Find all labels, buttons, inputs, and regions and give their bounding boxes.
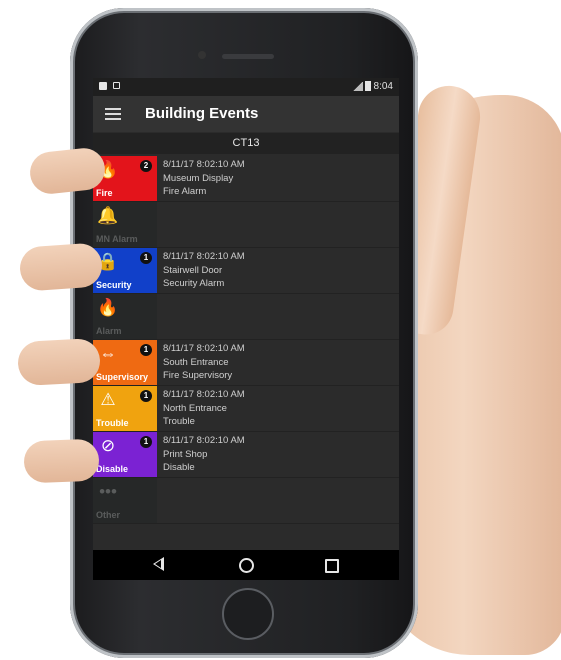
category-tile[interactable]: ⊘ 1 Disable xyxy=(93,432,157,477)
finger xyxy=(23,438,100,484)
count-badge: 2 xyxy=(140,160,152,172)
count-badge: 1 xyxy=(140,252,152,264)
event-location: Museum Display xyxy=(163,172,234,184)
recents-icon[interactable] xyxy=(325,559,339,573)
count-badge: 1 xyxy=(140,344,152,356)
count-badge: 1 xyxy=(140,436,152,448)
status-bar: 8:04 xyxy=(93,78,399,96)
event-row[interactable]: ⚠ 1 Trouble 8/11/17 8:02:10 AM North Entranc… xyxy=(93,386,399,432)
category-tile[interactable]: 🔥 Alarm xyxy=(93,294,157,339)
category-label: Disable xyxy=(96,464,129,474)
home-icon[interactable] xyxy=(239,558,254,573)
category-label: Fire xyxy=(96,188,113,198)
event-row[interactable]: 🔥 Alarm xyxy=(93,294,399,340)
event-type: Trouble xyxy=(163,416,195,427)
event-row[interactable]: ••• Other xyxy=(93,478,399,524)
event-details: 8/11/17 8:02:10 AM Stairwell Door Security… xyxy=(163,250,245,291)
category-tile[interactable]: ⚠ 1 Trouble xyxy=(93,386,157,431)
event-time: 8/11/17 8:02:10 AM xyxy=(163,435,245,446)
bell-icon: 🔔 xyxy=(97,206,119,225)
system-nav-bar xyxy=(93,550,399,580)
event-row[interactable]: 🔥 2 Fire 8/11/17 8:02:10 AM Museum Display Fi… xyxy=(93,156,399,202)
phone-screen: 8:04 Building Events CT13 🔥 2 Fire 8/11/17 … xyxy=(93,78,399,580)
event-type: Disable xyxy=(163,462,195,473)
warning-icon: ⚠ xyxy=(100,390,116,409)
event-location: Stairwell Door xyxy=(163,264,223,276)
category-tile[interactable]: ⇔ 1 Supervisory xyxy=(93,340,157,385)
category-tile[interactable]: 🔒 1 Security xyxy=(93,248,157,293)
event-time: 8/11/17 8:02:10 AM xyxy=(163,389,245,400)
event-row[interactable]: ⊘ 1 Disable 8/11/17 8:02:10 AM Print Shop Dis… xyxy=(93,432,399,478)
event-details: 8/11/17 8:02:10 AM Museum Display Fire Ala… xyxy=(163,158,245,199)
count-badge: 1 xyxy=(140,390,152,402)
finger xyxy=(16,337,102,387)
category-tile[interactable]: 🔔 MN Alarm xyxy=(93,202,157,247)
category-label: Alarm xyxy=(96,326,122,336)
event-type: Fire Alarm xyxy=(163,186,207,197)
event-type: Fire Supervisory xyxy=(163,370,233,381)
event-location: North Entrance xyxy=(163,402,227,414)
event-time: 8/11/17 8:02:10 AM xyxy=(163,343,245,354)
flame-icon: 🔥 xyxy=(97,298,119,317)
event-row[interactable]: ⇔ 1 Supervisory 8/11/17 8:02:10 AM South Ent… xyxy=(93,340,399,386)
event-list: 🔥 2 Fire 8/11/17 8:02:10 AM Museum Display Fi… xyxy=(93,156,399,524)
more-dots-icon: ••• xyxy=(99,482,117,501)
event-row[interactable]: 🔒 1 Security 8/11/17 8:02:10 AM Stairwell Do… xyxy=(93,248,399,294)
battery-icon xyxy=(365,81,371,91)
event-row[interactable]: 🔔 MN Alarm xyxy=(93,202,399,248)
notification-icon xyxy=(99,82,107,90)
section-header: CT13 xyxy=(93,133,399,154)
category-tile[interactable]: ••• Other xyxy=(93,478,157,523)
event-details: 8/11/17 8:02:10 AM North Entrance Trouble xyxy=(163,388,245,429)
category-label: Security xyxy=(96,280,132,290)
finger xyxy=(18,242,104,292)
category-label: Other xyxy=(96,510,121,520)
signal-icon xyxy=(353,82,363,91)
event-details: 8/11/17 8:02:10 AM South Entrance Fire Sup… xyxy=(163,342,245,383)
event-location: South Entrance xyxy=(163,356,229,368)
front-camera xyxy=(198,51,206,59)
event-location: Print Shop xyxy=(163,448,208,460)
earpiece-speaker xyxy=(222,54,274,59)
app-bar: Building Events xyxy=(93,96,399,132)
event-details: 8/11/17 8:02:10 AM Print Shop Disable xyxy=(163,434,245,475)
category-label: Trouble xyxy=(96,418,129,428)
back-icon[interactable] xyxy=(153,557,164,571)
physical-home-button[interactable] xyxy=(222,588,274,640)
page-title: Building Events xyxy=(145,105,259,122)
hamburger-menu-icon[interactable] xyxy=(105,108,121,120)
event-time: 8/11/17 8:02:10 AM xyxy=(163,159,245,170)
event-type: Security Alarm xyxy=(163,278,225,289)
category-label: Supervisory xyxy=(96,372,149,382)
notification-icon xyxy=(113,82,120,89)
status-time: 8:04 xyxy=(373,81,393,92)
category-label: MN Alarm xyxy=(96,234,138,244)
event-time: 8/11/17 8:02:10 AM xyxy=(163,251,245,262)
